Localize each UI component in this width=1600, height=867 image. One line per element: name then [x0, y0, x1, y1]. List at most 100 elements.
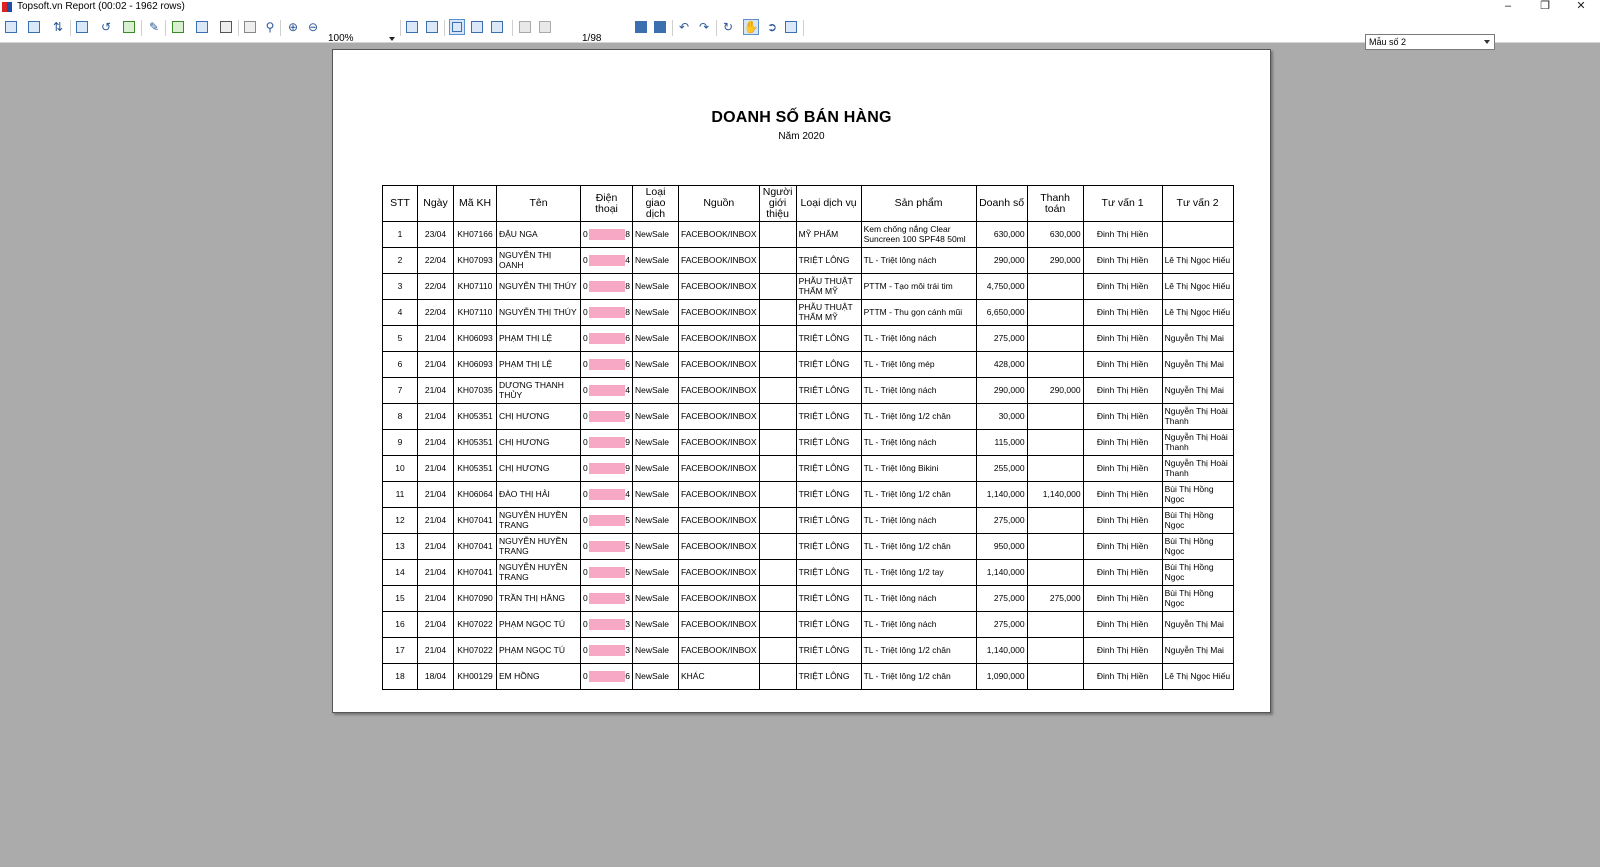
- phone-suffix: 5: [625, 515, 630, 525]
- excel-icon[interactable]: [170, 19, 186, 35]
- select-tool-icon[interactable]: ➲: [764, 19, 780, 35]
- edit-icon[interactable]: ✎: [146, 19, 162, 35]
- copy-icon[interactable]: [242, 19, 258, 35]
- customer-code-cell: KH07166: [453, 221, 497, 248]
- payment-cell: [1026, 299, 1084, 326]
- source-cell: FACEBOOK/INBOX: [678, 429, 760, 456]
- masked-phone: 04: [583, 255, 630, 266]
- masked-phone: 08: [583, 281, 630, 292]
- first-page-icon[interactable]: [517, 19, 533, 35]
- customer-code-cell: KH07035: [453, 377, 497, 404]
- referrer-cell: [758, 455, 797, 482]
- date-cell: 22/04: [417, 247, 454, 274]
- masked-phone: 03: [583, 593, 630, 604]
- continuous-icon[interactable]: [469, 19, 485, 35]
- open-icon[interactable]: [3, 19, 19, 35]
- transaction-type-cell: NewSale: [632, 637, 679, 664]
- name-cell: NGUYỄN THỊ THÚY: [496, 273, 581, 300]
- row-number: 6: [382, 351, 418, 378]
- redaction-mask: [589, 437, 625, 448]
- masked-phone: 06: [583, 359, 630, 370]
- payment-cell: [1026, 533, 1084, 560]
- masked-phone: 08: [583, 229, 630, 240]
- service-type-cell: TRIỆT LÔNG: [795, 325, 862, 352]
- send-icon[interactable]: [194, 19, 210, 35]
- find-icon[interactable]: ⚲: [262, 19, 278, 35]
- toolbar: ⇅ ↺ ✎ ⚲ ⊕ ⊖ 100% 1/98 ↶ ↷ ↻ ✋ ➲ Mẫu số 2: [0, 14, 1600, 50]
- customer-code-cell: KH07041: [453, 533, 497, 560]
- referrer-cell: [758, 533, 797, 560]
- revenue-cell: 255,000: [975, 455, 1028, 482]
- source-cell: FACEBOOK/INBOX: [678, 221, 760, 248]
- phone-cell: 06: [580, 663, 633, 690]
- advisor2-cell: Lê Thị Ngọc Hiếu: [1161, 299, 1234, 326]
- chevron-down-icon[interactable]: [389, 37, 395, 41]
- phone-prefix: 0: [583, 489, 588, 499]
- product-cell: TL - Triệt lông nách: [860, 247, 977, 274]
- forward-icon[interactable]: ↷: [696, 19, 712, 35]
- advisor1-cell: Đinh Thị Hiền: [1082, 325, 1163, 352]
- print-icon[interactable]: [218, 19, 234, 35]
- customer-code-cell: KH07022: [453, 611, 497, 638]
- zoom-in-icon[interactable]: ⊕: [285, 19, 301, 35]
- page-indicator[interactable]: 1/98: [582, 33, 601, 44]
- transaction-type-cell: NewSale: [632, 403, 679, 430]
- product-cell: TL - Triệt lông nách: [860, 507, 977, 534]
- page-width-icon[interactable]: [404, 19, 420, 35]
- close-button[interactable]: ✕: [1566, 0, 1596, 14]
- zoom-select[interactable]: 100%: [328, 33, 392, 44]
- advisor2-cell: Nguyễn Thị Hoài Thanh: [1161, 429, 1234, 456]
- table-row: 17 21/04 KH07022 PHẠM NGỌC TÚ 0 3 NewSale FACEB…: [382, 637, 1234, 664]
- date-cell: 21/04: [417, 533, 454, 560]
- product-cell: TL - Triệt lông nách: [860, 325, 977, 352]
- next-page-icon[interactable]: [633, 19, 649, 35]
- advisor1-cell: Đinh Thị Hiền: [1082, 403, 1163, 430]
- masked-phone: 03: [583, 645, 630, 656]
- name-cell: NGUYỄN THỊ OANH: [496, 247, 581, 274]
- chevron-down-icon[interactable]: [1484, 40, 1490, 44]
- phone-prefix: 0: [583, 411, 588, 421]
- payment-cell: [1026, 455, 1084, 482]
- customer-code-cell: KH06064: [453, 481, 497, 508]
- column-header: Tư vấn 2: [1161, 185, 1234, 222]
- single-page-icon[interactable]: [449, 19, 465, 35]
- redaction-mask: [589, 359, 625, 370]
- row-number: 11: [382, 481, 418, 508]
- multi-page-icon[interactable]: [489, 19, 505, 35]
- masked-phone: 09: [583, 411, 630, 422]
- zoom-out-icon[interactable]: ⊖: [305, 19, 321, 35]
- group-icon[interactable]: [74, 19, 90, 35]
- column-header: STT: [382, 185, 418, 222]
- customer-code-cell: KH07022: [453, 637, 497, 664]
- name-cell: NGUYỄN HUYỀN TRANG: [496, 533, 581, 560]
- back-icon[interactable]: ↶: [676, 19, 692, 35]
- phone-suffix: 9: [625, 463, 630, 473]
- template-select[interactable]: Mẫu số 2: [1365, 34, 1495, 50]
- phone-suffix: 3: [625, 645, 630, 655]
- column-header: Doanh số: [975, 185, 1028, 222]
- prev-page-icon[interactable]: [537, 19, 553, 35]
- restore-button[interactable]: ❐: [1530, 0, 1560, 14]
- last-page-icon[interactable]: [652, 19, 668, 35]
- transaction-type-cell: NewSale: [632, 377, 679, 404]
- refresh-icon[interactable]: ↺: [98, 19, 114, 35]
- payment-cell: [1026, 611, 1084, 638]
- date-cell: 21/04: [417, 455, 454, 482]
- phone-cell: 04: [580, 377, 633, 404]
- phone-cell: 05: [580, 507, 633, 534]
- advisor2-cell: Lê Thị Ngọc Hiếu: [1161, 663, 1234, 690]
- export-icon[interactable]: [121, 19, 137, 35]
- sort-icon[interactable]: ⇅: [50, 19, 66, 35]
- whole-page-icon[interactable]: [424, 19, 440, 35]
- save-icon[interactable]: [26, 19, 42, 35]
- table-row: 5 21/04 KH06093 PHẠM THỊ LỆ 0 6 NewSale FACEBOO…: [382, 325, 1234, 352]
- table-row: 14 21/04 KH07041 NGUYỄN HUYỀN TRANG 0 5 NewSal…: [382, 559, 1234, 586]
- transaction-type-cell: NewSale: [632, 299, 679, 326]
- reload-icon[interactable]: ↻: [720, 19, 736, 35]
- row-number: 9: [382, 429, 418, 456]
- minimize-button[interactable]: –: [1493, 0, 1523, 14]
- product-cell: PTTM - Thu gọn cánh mũi: [860, 299, 977, 326]
- snapshot-icon[interactable]: [783, 19, 799, 35]
- hand-tool-icon[interactable]: ✋: [743, 19, 759, 35]
- service-type-cell: TRIỆT LÔNG: [795, 247, 862, 274]
